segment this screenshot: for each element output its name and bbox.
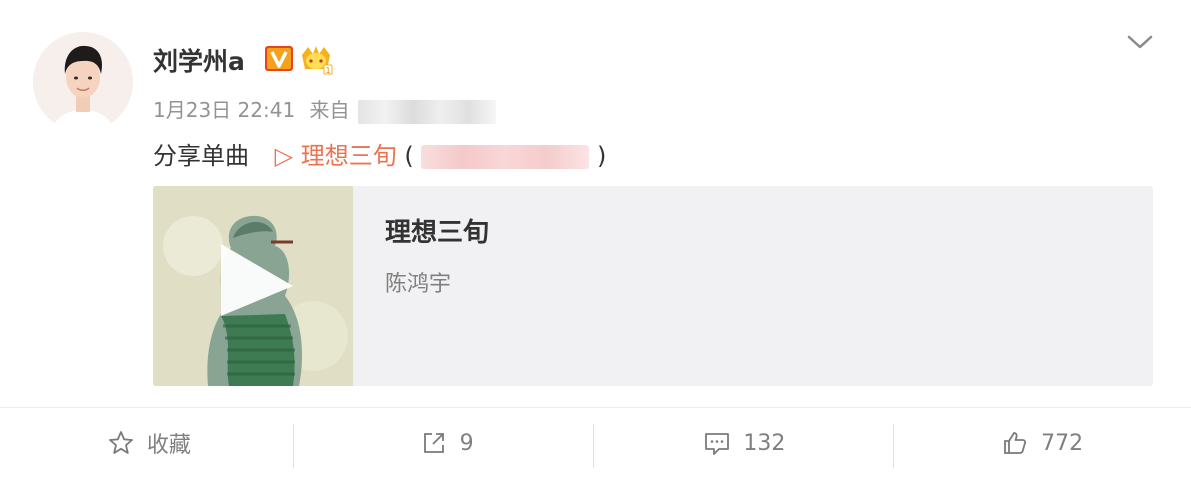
verified-v-icon: [264, 45, 294, 72]
song-title[interactable]: 理想三旬: [385, 212, 489, 249]
paren-open: (: [404, 142, 414, 170]
action-separator: [893, 424, 894, 468]
favorite-label: 收藏: [146, 433, 191, 458]
like-count: 772: [1041, 430, 1084, 456]
like-button[interactable]: 772: [893, 408, 1191, 478]
paren-close: ): [597, 142, 607, 170]
thumbs-up-icon: [1004, 432, 1027, 454]
share-icon: [423, 433, 444, 453]
favorite-button[interactable]: 收藏: [0, 408, 298, 478]
share-button[interactable]: 9: [298, 408, 596, 478]
svg-text:1: 1: [325, 66, 330, 75]
source-blurred: [357, 99, 496, 124]
post-text: 分享单曲 ▷ 理想三旬 ( ): [153, 136, 606, 171]
comment-button[interactable]: 132: [596, 408, 894, 478]
post-body: 分享单曲: [153, 142, 249, 170]
album-cover[interactable]: [153, 186, 353, 386]
comment-icon: [705, 433, 730, 455]
author-name[interactable]: 刘学州a: [153, 42, 245, 78]
star-icon: [108, 431, 133, 454]
chevron-down-icon[interactable]: [1122, 28, 1158, 56]
crown-member-icon[interactable]: 1: [299, 43, 333, 75]
post-meta: 1月23日 22:41 来自: [153, 94, 496, 124]
action-separator: [593, 424, 594, 468]
share-count: 9: [459, 430, 474, 456]
song-link[interactable]: ▷ 理想三旬: [275, 142, 397, 170]
source-prefix: 来自: [309, 98, 350, 122]
avatar[interactable]: [33, 32, 133, 132]
action-separator: [293, 424, 294, 468]
comment-count: 132: [743, 430, 786, 456]
music-card[interactable]: 理想三旬 陈鸿宇: [153, 186, 1153, 386]
song-artist: 陈鸿宇: [385, 272, 452, 297]
link-blurred[interactable]: [421, 145, 590, 169]
action-bar: 收藏 9 132 772: [0, 408, 1191, 478]
timestamp[interactable]: 1月23日 22:41: [153, 98, 295, 122]
